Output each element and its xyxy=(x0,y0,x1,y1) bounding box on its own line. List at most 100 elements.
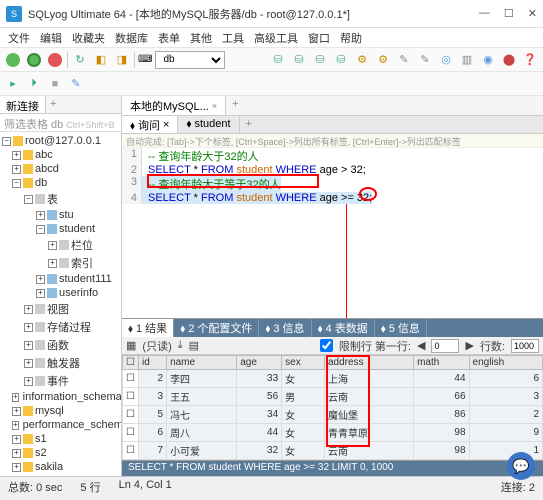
toolbar-primary: ↻ ◧ ◨ ⌨ db ⛁ ⛁ ⛁ ⛁ ⚙ ⚙ ✎ ✎ ◎ ▥ ◉ ⬤ ❓ xyxy=(0,48,543,72)
sql-editor[interactable]: 1-- 查询年龄大于32的人2SELECT * FROM student WHE… xyxy=(122,148,543,204)
format-icon[interactable]: ✎ xyxy=(67,75,85,93)
icon-h[interactable]: ✎ xyxy=(416,51,434,69)
export-icon[interactable]: ⤓ xyxy=(178,339,183,352)
tree-item[interactable]: −db xyxy=(0,176,121,190)
result-toolbar: ▦ (只读) ⤓ ▤ 限制行 第一行: ◀ ▶ 行数: xyxy=(122,337,543,355)
menu-其他[interactable]: 其他 xyxy=(190,30,212,45)
refresh-icon[interactable]: ↻ xyxy=(71,51,89,69)
icon-c[interactable]: ⛁ xyxy=(311,51,329,69)
icon-d[interactable]: ⛁ xyxy=(332,51,350,69)
tree-item[interactable]: +索引 xyxy=(0,254,121,272)
icon-i[interactable]: ◎ xyxy=(437,51,455,69)
tree-item[interactable]: +事件 xyxy=(0,372,121,390)
tree-item[interactable]: +sakila xyxy=(0,460,121,474)
tree-item[interactable]: +scott xyxy=(0,474,121,476)
menu-数据库[interactable]: 数据库 xyxy=(115,30,148,45)
tree-item[interactable]: +s2 xyxy=(0,446,121,460)
result-tab[interactable]: ⬧ 4 表数据 xyxy=(312,319,375,337)
tree-item[interactable]: +视图 xyxy=(0,300,121,318)
titlebar: S SQLyog Ultimate 64 - [本地的MySQL服务器/db -… xyxy=(0,0,543,28)
sub-tab[interactable]: ⬧ student xyxy=(178,116,239,133)
tree-item[interactable]: +栏位 xyxy=(0,236,121,254)
add-editor-tab-icon[interactable]: + xyxy=(226,96,244,115)
row-count: 5 行 xyxy=(80,479,100,492)
query-status: SELECT * FROM student WHERE age >= 32 LI… xyxy=(122,460,543,476)
add-sub-tab-icon[interactable]: + xyxy=(240,116,258,133)
tree-item[interactable]: −student xyxy=(0,222,121,236)
menubar: 文件编辑收藏夹数据库表单其他工具高级工具窗口帮助 xyxy=(0,28,543,48)
new-conn-icon[interactable] xyxy=(4,51,22,69)
readonly-label: (只读) xyxy=(142,338,171,354)
autocomplete-hint: 自动完成: [Tab]->下个标签, [Ctrl+Space]->列出所有标签,… xyxy=(122,134,543,148)
menu-窗口[interactable]: 窗口 xyxy=(308,30,330,45)
icon-j[interactable]: ▥ xyxy=(458,51,476,69)
tree-item[interactable]: +stu xyxy=(0,208,121,222)
disconnect-icon[interactable] xyxy=(46,51,64,69)
menu-表单[interactable]: 表单 xyxy=(158,30,180,45)
rows-input[interactable] xyxy=(511,339,539,353)
menu-编辑[interactable]: 编辑 xyxy=(40,30,62,45)
first-row-input[interactable] xyxy=(431,339,459,353)
icon-e[interactable]: ⚙ xyxy=(353,51,371,69)
next-row-nav-icon[interactable]: ▶ xyxy=(465,339,473,352)
tree-item[interactable]: +userinfo xyxy=(0,286,121,300)
menu-高级工具[interactable]: 高级工具 xyxy=(254,30,298,45)
menu-文件[interactable]: 文件 xyxy=(8,30,30,45)
result-tab[interactable]: ⬧ 5 信息 xyxy=(375,319,427,337)
icon-g[interactable]: ✎ xyxy=(395,51,413,69)
minimize-button[interactable]: — xyxy=(479,7,490,20)
add-tab-icon[interactable]: + xyxy=(46,96,60,113)
maximize-button[interactable]: ☐ xyxy=(504,7,514,20)
tool1-icon[interactable]: ◧ xyxy=(92,51,110,69)
result-tab[interactable]: ⬧ 1 结果 xyxy=(122,319,174,337)
icon-k[interactable]: ◉ xyxy=(479,51,497,69)
tree-item[interactable]: +abc xyxy=(0,148,121,162)
tree-item[interactable]: +mysql xyxy=(0,404,121,418)
limit-label: 限制行 第一行: xyxy=(339,338,411,354)
statusbar: 总数: 0 sec 5 行 Ln 4, Col 1 连接: 2 xyxy=(0,476,543,494)
tree-item[interactable]: −表 xyxy=(0,190,121,208)
menu-帮助[interactable]: 帮助 xyxy=(340,30,362,45)
result-tab[interactable]: ⬧ 3 信息 xyxy=(259,319,311,337)
tree-item[interactable]: +performance_schema xyxy=(0,418,121,432)
tool2-icon[interactable]: ◨ xyxy=(113,51,131,69)
icon-m[interactable]: ❓ xyxy=(521,51,539,69)
icon-f[interactable]: ⚙ xyxy=(374,51,392,69)
limit-checkbox[interactable] xyxy=(320,339,333,352)
stop-icon[interactable]: ■ xyxy=(46,75,64,93)
exec-icon[interactable]: ▸ xyxy=(4,75,22,93)
icon-b[interactable]: ⛁ xyxy=(290,51,308,69)
result-grid[interactable]: ☐idnameagesexaddressmathenglish☐2李四33女上海… xyxy=(122,355,543,460)
close-tab-icon[interactable]: × xyxy=(212,101,217,111)
result-area: ⬧ 1 结果⬧ 2 个配置文件⬧ 3 信息⬧ 4 表数据⬧ 5 信息 ▦ (只读… xyxy=(122,318,543,476)
database-select[interactable]: db xyxy=(155,51,225,69)
tree-item[interactable]: +函数 xyxy=(0,336,121,354)
tree-item[interactable]: +s1 xyxy=(0,432,121,446)
first-row-nav-icon[interactable]: ◀ xyxy=(417,339,425,352)
view-icon[interactable]: ▤ xyxy=(189,339,199,352)
icon-l[interactable]: ⬤ xyxy=(500,51,518,69)
close-button[interactable]: ✕ xyxy=(528,7,537,20)
tree-item[interactable]: +information_schema xyxy=(0,390,121,404)
tree-item[interactable]: +abcd xyxy=(0,162,121,176)
tree-item[interactable]: +触发器 xyxy=(0,354,121,372)
object-tree: −root@127.0.0.1+abc+abcd−db−表+stu−studen… xyxy=(0,132,121,476)
tree-item[interactable]: −root@127.0.0.1 xyxy=(0,134,121,148)
exec-all-icon[interactable]: ⏵ xyxy=(25,75,43,93)
icon-a[interactable]: ⛁ xyxy=(269,51,287,69)
sub-tab[interactable]: ⬧ 询问 × xyxy=(122,116,178,133)
reconnect-icon[interactable] xyxy=(25,51,43,69)
total-time: 总数: 0 sec xyxy=(8,479,62,492)
app-logo-icon: S xyxy=(6,6,22,22)
tree-item[interactable]: +student111 xyxy=(0,272,121,286)
editor-tab[interactable]: 本地的MySQL...× xyxy=(122,96,226,115)
chat-bubble-icon[interactable]: 💬 xyxy=(507,452,535,480)
cursor-pos: Ln 4, Col 1 xyxy=(119,479,172,492)
filter-input[interactable]: 筛选表格 db Ctrl+Shift+B xyxy=(0,114,121,132)
sidebar-tab[interactable]: 新连接 xyxy=(0,96,46,113)
menu-工具[interactable]: 工具 xyxy=(222,30,244,45)
grid-mode-icon[interactable]: ▦ xyxy=(126,339,136,352)
result-tab[interactable]: ⬧ 2 个配置文件 xyxy=(174,319,259,337)
menu-收藏夹[interactable]: 收藏夹 xyxy=(72,30,105,45)
tree-item[interactable]: +存储过程 xyxy=(0,318,121,336)
